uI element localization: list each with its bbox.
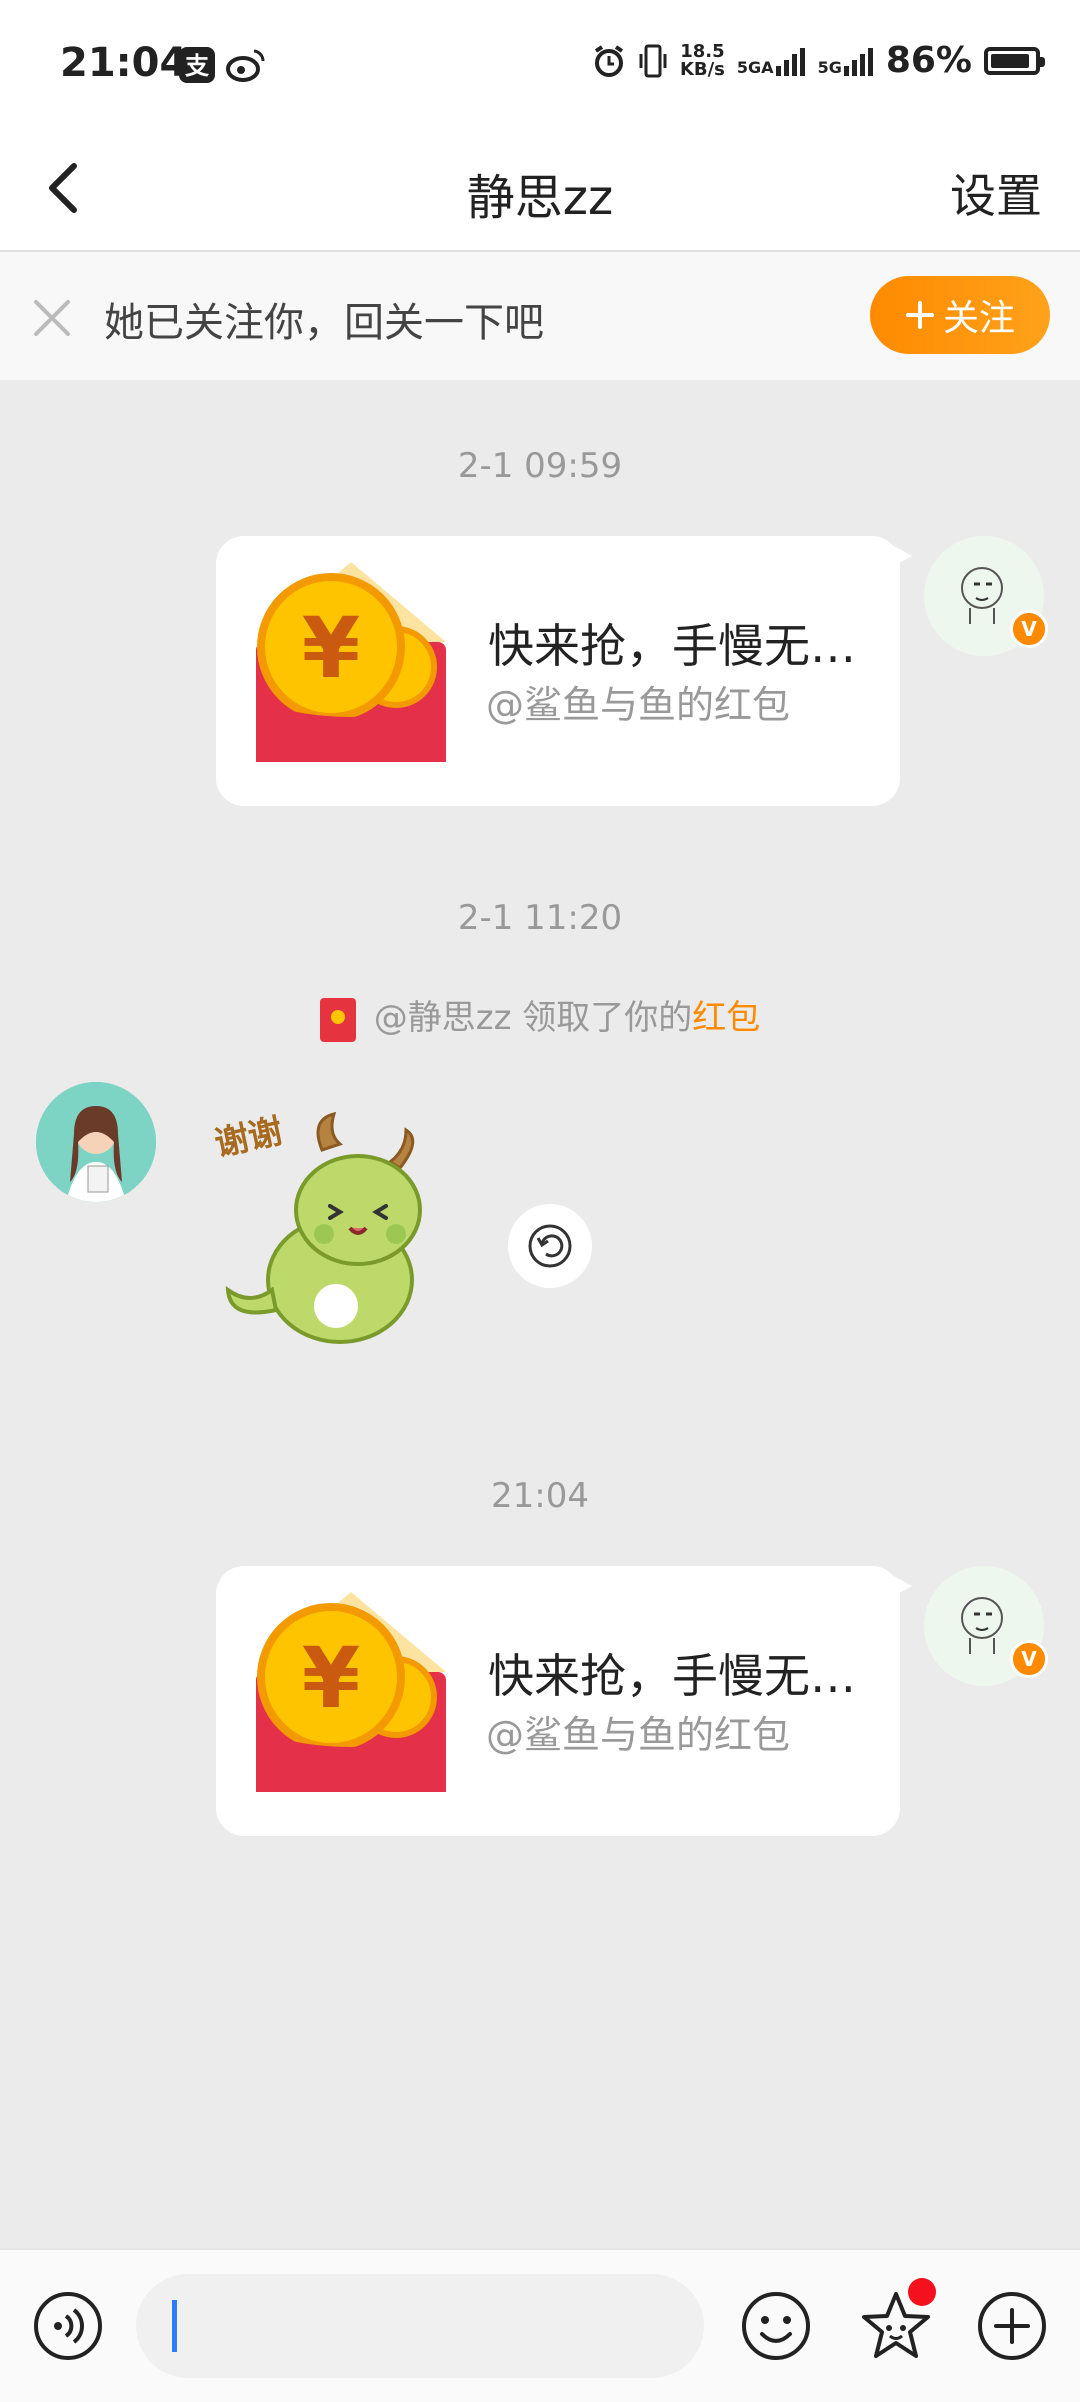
alarm-icon — [594, 44, 624, 77]
network-type-1: 5GA — [736, 57, 774, 77]
nav-bar: 静思zz 设置 — [0, 130, 1080, 252]
svg-text:¥: ¥ — [302, 1629, 360, 1727]
chat-title: 静思zz — [466, 170, 614, 226]
net-speed-unit: KB/s — [679, 58, 725, 80]
system-note: @静思zz 领取了你的红包 — [0, 990, 1080, 1042]
close-icon[interactable] — [30, 296, 74, 340]
message-timestamp: 2-1 09:59 — [457, 446, 623, 486]
weibo-icon — [226, 49, 265, 82]
red-packet-message[interactable]: ¥ 快来抢，手慢无… @鲨鱼与鱼的红包 — [216, 1566, 912, 1836]
girl-avatar-icon — [36, 1082, 156, 1202]
message-input-bar — [0, 2248, 1080, 2402]
verified-badge: V — [1010, 1640, 1048, 1678]
battery-percent: 86% — [885, 40, 972, 81]
red-packet-sender: @鲨鱼与鱼的红包 — [486, 683, 791, 727]
undo-icon — [528, 1224, 572, 1268]
dragon-sticker[interactable] — [210, 1110, 450, 1360]
red-packet-icon: ¥ — [256, 562, 446, 762]
follow-button-label: 关注 — [942, 298, 1015, 339]
verified-badge: V — [1010, 610, 1048, 648]
add-icon[interactable] — [976, 2290, 1048, 2362]
red-packet-icon: ¥ — [256, 1592, 446, 1792]
red-packet-title: 快来抢，手慢无… — [488, 619, 856, 673]
status-time: 21:04 — [60, 40, 188, 86]
network-type-2: 5G — [817, 57, 842, 77]
emoji-icon[interactable] — [740, 2290, 812, 2362]
my-avatar[interactable]: V — [924, 1566, 1048, 1686]
text-cursor — [172, 2300, 177, 2352]
message-timestamp: 2-1 11:20 — [457, 898, 623, 938]
vibrate-icon — [639, 44, 667, 77]
red-packet-link[interactable]: 红包 — [692, 998, 760, 1038]
svg-text:¥: ¥ — [302, 599, 360, 697]
my-avatar[interactable]: V — [924, 536, 1048, 656]
follow-button[interactable]: 关注 — [870, 276, 1050, 354]
system-note-text: @静思zz 领取了你的 — [373, 998, 693, 1038]
message-input[interactable] — [136, 2274, 704, 2378]
message-timestamp: 21:04 — [491, 1476, 589, 1516]
red-packet-title: 快来抢，手慢无… — [488, 1649, 856, 1703]
signal-icon-2 — [843, 47, 873, 76]
red-packet-small-icon — [319, 997, 356, 1042]
red-packet-sender: @鲨鱼与鱼的红包 — [486, 1713, 791, 1757]
signal-icon-1 — [775, 47, 805, 76]
follow-prompt-bar: 她已关注你，回关一下吧 关注 — [0, 252, 1080, 380]
plus-icon — [905, 301, 934, 329]
notification-dot — [908, 2278, 936, 2306]
contact-avatar[interactable] — [36, 1082, 156, 1202]
voice-icon[interactable] — [32, 2290, 104, 2362]
battery-icon — [984, 46, 1045, 75]
red-packet-message[interactable]: ¥ 快来抢，手慢无… @鲨鱼与鱼的红包 — [216, 536, 912, 806]
net-speed-value: 18.5 — [680, 40, 725, 62]
settings-button[interactable]: 设置 — [950, 160, 1042, 226]
status-bar: 21:04 支 18.5 KB/s 5GA 5G 86% — [0, 0, 1080, 130]
withdraw-button[interactable] — [508, 1204, 592, 1288]
follow-prompt-text: 她已关注你，回关一下吧 — [104, 300, 544, 346]
alipay-icon: 支 — [179, 47, 215, 83]
svg-text:支: 支 — [185, 52, 210, 80]
